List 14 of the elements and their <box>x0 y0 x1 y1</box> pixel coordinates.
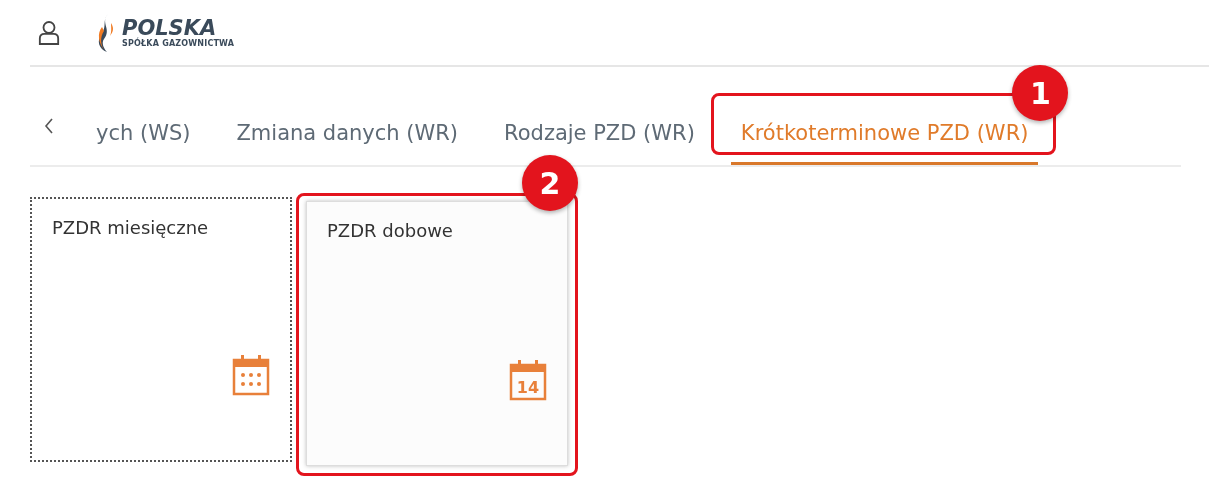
calendar-icon <box>232 354 270 396</box>
chevron-left-icon[interactable] <box>44 118 54 134</box>
logo-subtitle: SPÓŁKA GAZOWNICTWA <box>122 39 235 48</box>
tile[interactable]: PZDR dobowe 14 <box>306 201 568 466</box>
tile[interactable]: PZDR miesięczne <box>30 197 292 462</box>
tab[interactable]: Zmiana danych (WR) <box>226 121 469 165</box>
callout-badge: 1 <box>1012 65 1069 121</box>
tile-title: PZDR dobowe <box>327 220 454 241</box>
tab[interactable]: Krótkoterminowe PZD (WR) <box>730 121 1039 165</box>
logo-title: POLSKA <box>122 17 217 39</box>
user-icon[interactable] <box>38 19 60 46</box>
tile-title: PZDR miesięczne <box>52 217 210 238</box>
tab[interactable]: ych (WS) <box>86 121 201 165</box>
callout-badge: 2 <box>522 155 578 211</box>
